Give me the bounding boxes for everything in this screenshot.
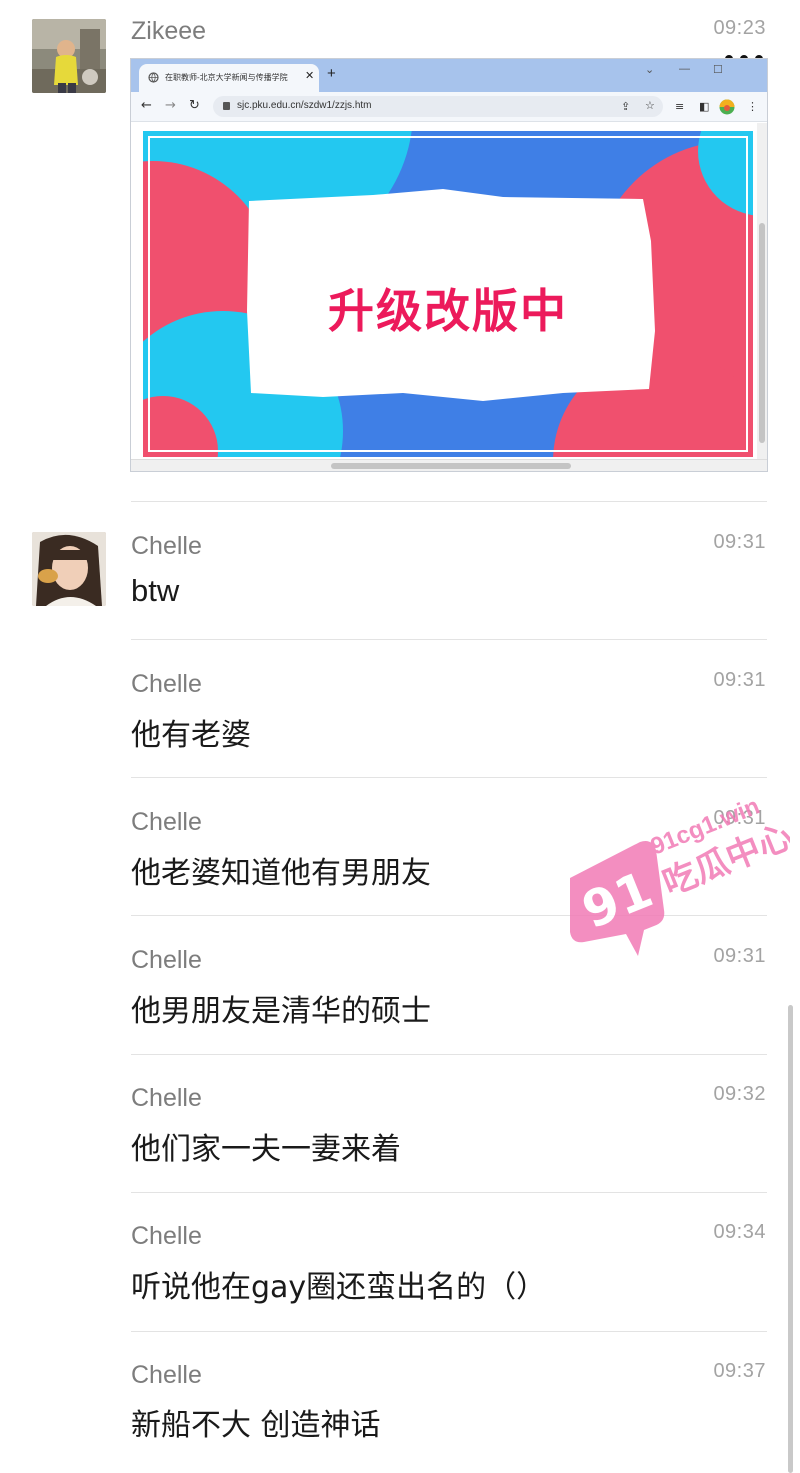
share-icon[interactable]: ⇪	[621, 100, 630, 113]
sender-name: Chelle	[131, 808, 202, 836]
forward-arrow-icon[interactable]: →	[165, 98, 176, 113]
sender-name: Chelle	[131, 670, 202, 698]
browser-screenshot-image[interactable]: 在职教师-北京大学新闻与传播学院 ✕ + ⌄ — ☐ ← → ↻ sjc.pku…	[130, 58, 768, 472]
avatar-zikeee[interactable]	[32, 19, 106, 93]
avatar-chelle[interactable]	[32, 532, 106, 606]
message-time: 09:37	[713, 1360, 766, 1382]
message-time: 09:31	[713, 669, 766, 691]
message-time: 09:34	[713, 1221, 766, 1243]
lock-icon	[223, 102, 230, 110]
sender-name: Chelle	[131, 946, 202, 974]
back-arrow-icon[interactable]: ←	[141, 98, 152, 113]
message-time: 09:23	[713, 17, 766, 39]
message-divider	[131, 1192, 767, 1193]
message-text: 听说他在gay圈还蛮出名的（）	[131, 1270, 547, 1305]
sender-name: Chelle	[131, 1361, 202, 1389]
message-text: 他男朋友是清华的硕士	[131, 994, 431, 1029]
message-text: btw	[131, 573, 180, 608]
message-text: 他们家一夫一妻来着	[131, 1132, 401, 1167]
chat-scrollbar[interactable]	[788, 1005, 793, 1473]
address-bar: ← → ↻ sjc.pku.edu.cn/szdw1/zzjs.htm ⇪ ☆ …	[131, 92, 767, 122]
page-horizontal-scrollbar[interactable]	[131, 459, 767, 471]
playlist-icon[interactable]: ≡	[675, 100, 684, 113]
reload-icon[interactable]: ↻	[189, 98, 200, 113]
browser-tab[interactable]: 在职教师-北京大学新闻与传播学院 ✕	[139, 64, 319, 92]
watermark-logo: 91 91cg1.win 吃瓜中心	[570, 793, 790, 956]
minimize-icon[interactable]: —	[679, 63, 690, 75]
maintenance-banner: 升级改版中	[143, 131, 753, 457]
star-icon[interactable]: ☆	[645, 99, 655, 112]
tab-close-icon[interactable]: ✕	[305, 69, 314, 82]
message-text: 新船不大 创造神话	[131, 1408, 381, 1443]
url-text: sjc.pku.edu.cn/szdw1/zzjs.htm	[237, 100, 372, 111]
url-input[interactable]: sjc.pku.edu.cn/szdw1/zzjs.htm ⇪ ☆	[213, 96, 663, 117]
message-divider	[131, 1331, 767, 1332]
message-divider	[131, 1054, 767, 1055]
message-text: 他有老婆	[131, 718, 251, 753]
sender-name: Chelle	[131, 532, 202, 560]
new-tab-icon[interactable]: +	[327, 65, 336, 82]
kebab-menu-icon[interactable]: ⋮	[747, 100, 758, 113]
chevron-down-icon[interactable]: ⌄	[645, 63, 654, 76]
sidepanel-icon[interactable]: ◧	[699, 100, 709, 113]
globe-icon	[148, 72, 159, 83]
sender-name: Zikeee	[131, 17, 207, 45]
message-time: 09:32	[713, 1083, 766, 1105]
maximize-icon[interactable]: ☐	[713, 63, 723, 76]
message-time: 09:31	[713, 531, 766, 553]
message-divider	[131, 639, 767, 640]
message-text: 他老婆知道他有男朋友	[131, 856, 431, 891]
banner-title: 升级改版中	[328, 284, 568, 338]
web-page: 升级改版中	[131, 123, 759, 461]
tab-title: 在职教师-北京大学新闻与传播学院	[165, 73, 288, 82]
sender-name: Chelle	[131, 1222, 202, 1250]
profile-avatar-icon[interactable]	[719, 99, 735, 115]
browser-tab-bar: 在职教师-北京大学新闻与传播学院 ✕ + ⌄ — ☐	[131, 59, 767, 92]
page-vertical-scrollbar[interactable]	[757, 123, 767, 461]
message-divider	[131, 501, 767, 502]
sender-name: Chelle	[131, 1084, 202, 1112]
